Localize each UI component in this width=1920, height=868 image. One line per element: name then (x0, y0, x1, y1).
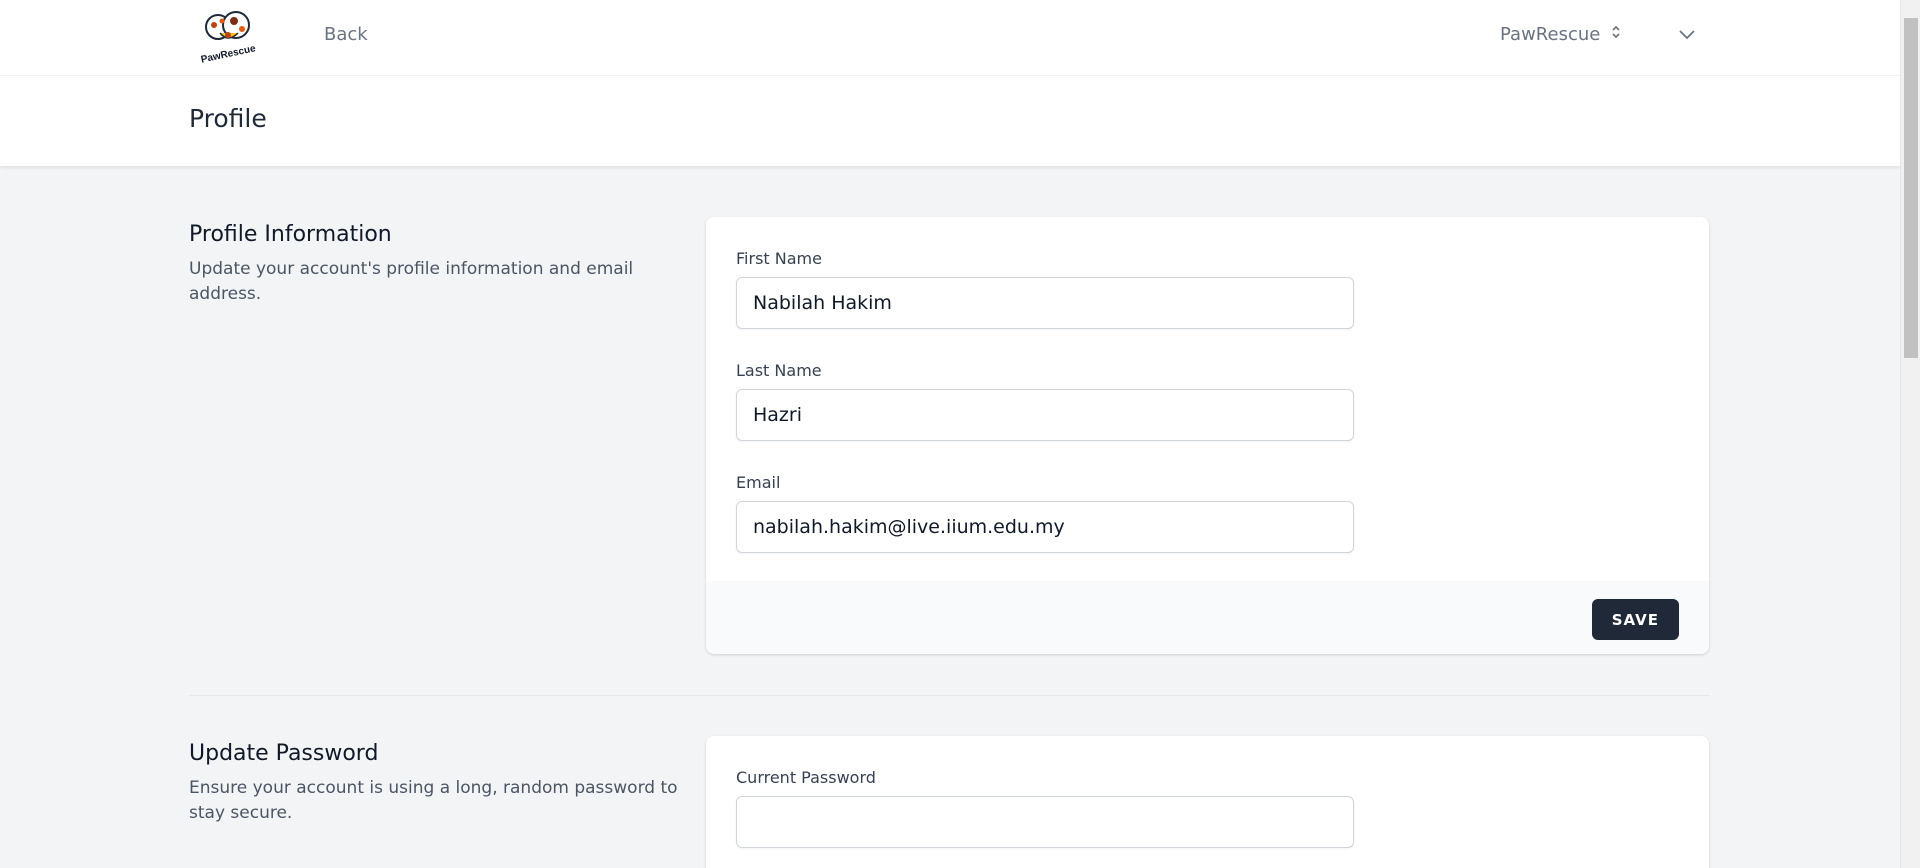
update-password-title: Update Password (189, 741, 379, 766)
last-name-field[interactable] (736, 389, 1354, 441)
back-link[interactable]: Back (324, 24, 368, 45)
team-switcher[interactable]: PawRescue (1500, 24, 1622, 45)
first-name-label: First Name (736, 249, 822, 268)
pawrescue-logo[interactable]: PawRescue (198, 9, 262, 66)
top-navigation: PawRescue Back PawRescue (0, 0, 1900, 76)
scrollbar-thumb[interactable] (1904, 18, 1918, 358)
profile-info-title: Profile Information (189, 222, 392, 247)
section-divider (189, 695, 1709, 696)
page-title: Profile (189, 104, 267, 133)
update-password-card: Current Password (706, 736, 1709, 868)
email-label: Email (736, 473, 781, 492)
update-password-description: Ensure your account is using a long, ran… (189, 778, 678, 823)
first-name-field[interactable] (736, 277, 1354, 329)
email-field[interactable] (736, 501, 1354, 553)
svg-text:PawRescue: PawRescue (200, 43, 257, 65)
page: PawRescue Back PawRescue Profile Profile… (0, 0, 1900, 868)
chevron-down-icon[interactable] (1676, 24, 1698, 46)
profile-info-card: First Name Last Name Email SAVE (706, 217, 1709, 654)
current-password-label: Current Password (736, 768, 876, 787)
page-header: Profile (0, 76, 1900, 166)
profile-info-description: Update your account's profile informatio… (189, 259, 634, 304)
card-footer: SAVE (706, 581, 1709, 654)
page-scrollbar[interactable] (1900, 0, 1920, 868)
current-password-field[interactable] (736, 796, 1354, 848)
chevron-up-down-icon (1610, 24, 1622, 45)
team-name: PawRescue (1500, 24, 1601, 45)
last-name-label: Last Name (736, 361, 822, 380)
save-button[interactable]: SAVE (1591, 599, 1679, 640)
